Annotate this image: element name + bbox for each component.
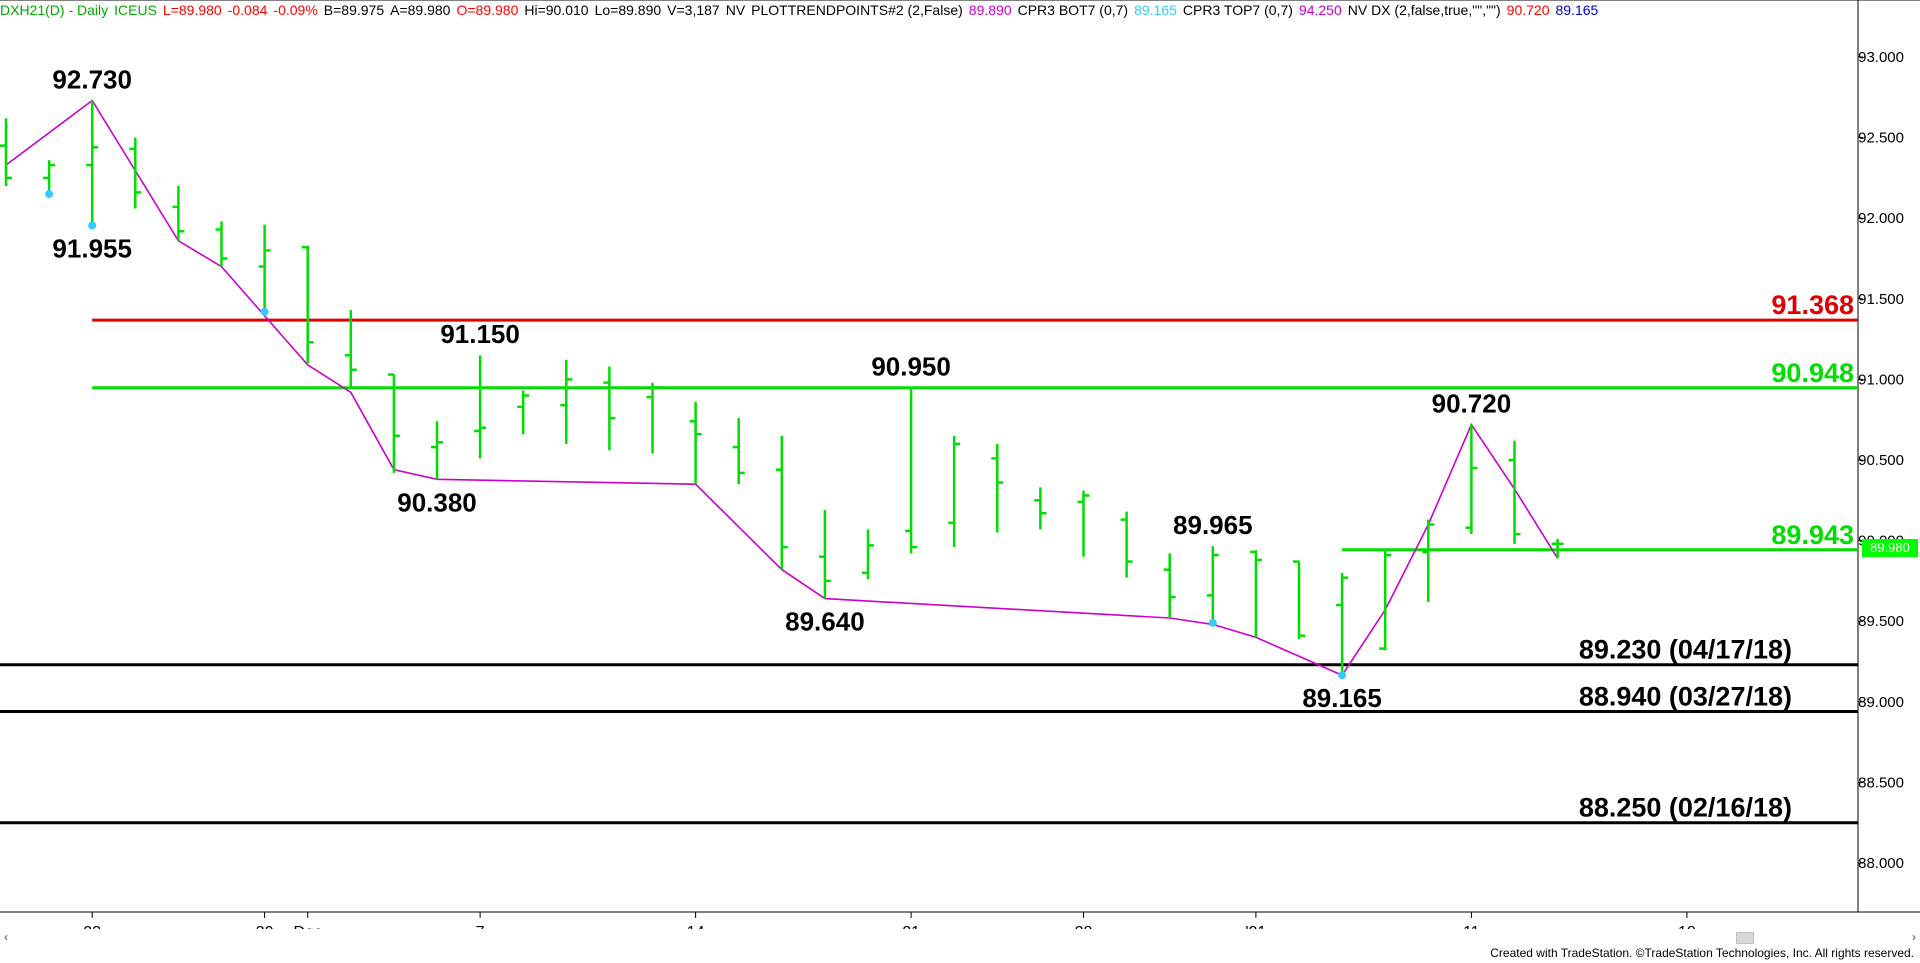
horizontal-scrollbar[interactable]: ‹ › xyxy=(0,929,1920,945)
chart-frame xyxy=(0,0,1920,913)
y-tick-label: 91.000 xyxy=(1858,371,1904,388)
price-annotation: 92.730 xyxy=(52,65,132,95)
pivot-marker xyxy=(1338,671,1347,680)
ohlc-bar xyxy=(215,221,228,267)
pivot-marker xyxy=(45,190,54,199)
price-annotation: 91.955 xyxy=(52,233,132,263)
y-tick-label: 90.500 xyxy=(1858,452,1904,469)
ohlc-bar xyxy=(1379,548,1392,651)
y-tick-label: 92.500 xyxy=(1858,130,1904,147)
ohlc-bar xyxy=(86,100,99,226)
ohlc-bar xyxy=(387,373,400,473)
price-annotation: 89.965 xyxy=(1173,510,1253,540)
ohlc-bar xyxy=(1120,511,1133,578)
price-annotation: 89.165 xyxy=(1302,683,1382,713)
price-annotation: 89.640 xyxy=(785,607,865,637)
ohlc-bar xyxy=(1206,546,1219,622)
ohlc-bar xyxy=(1034,487,1047,530)
scroll-left-arrow-icon[interactable]: ‹ xyxy=(4,930,8,944)
level-label: 88.250 (02/16/18) xyxy=(1579,793,1792,823)
ohlc-bar xyxy=(344,310,357,388)
ohlc-bar xyxy=(818,509,831,599)
ohlc-bar xyxy=(905,387,918,554)
pivot-marker xyxy=(88,221,97,230)
ohlc-bar xyxy=(948,435,961,548)
ohlc-bar xyxy=(1465,424,1478,535)
y-axis: 88.00088.50089.00089.50090.00090.50091.0… xyxy=(1858,49,1904,872)
ohlc-bar xyxy=(431,421,443,480)
ohlc-bar xyxy=(603,366,616,451)
ohlc-bar xyxy=(646,382,659,454)
ohlc-bar xyxy=(1077,490,1090,557)
footer-credit: Created with TradeStation. ©TradeStation… xyxy=(1490,946,1914,960)
ohlc-bar xyxy=(517,390,530,435)
level-label: 91.368 xyxy=(1771,290,1854,320)
ohlc-bar xyxy=(732,418,745,485)
ohlc-bar xyxy=(129,137,142,209)
ohlc-bar xyxy=(775,435,788,570)
y-tick-label: 88.500 xyxy=(1858,774,1904,791)
y-tick-label: 89.000 xyxy=(1858,694,1904,711)
level-label: 88.940 (03/27/18) xyxy=(1579,681,1792,711)
y-tick-label: 91.500 xyxy=(1858,291,1904,308)
ohlc-bar xyxy=(1163,553,1176,618)
ohlc-bar xyxy=(862,529,874,580)
price-annotation: 90.950 xyxy=(871,351,951,381)
y-tick-label: 89.500 xyxy=(1858,613,1904,630)
ohlc-bar xyxy=(301,245,314,364)
scrollbar-thumb[interactable] xyxy=(1736,932,1754,944)
ohlc-bar xyxy=(1336,572,1349,676)
level-label: 90.948 xyxy=(1771,358,1854,388)
current-price-tag: 89.980 xyxy=(1862,539,1918,557)
y-tick-label: 92.000 xyxy=(1858,210,1904,227)
pivot-marker xyxy=(260,307,269,316)
pivot-marker xyxy=(1208,618,1217,627)
level-label: 89.230 (04/17/18) xyxy=(1579,635,1792,665)
y-tick-label: 93.000 xyxy=(1858,49,1904,66)
y-tick-label: 88.000 xyxy=(1858,855,1904,872)
ohlc-bar xyxy=(0,118,12,186)
ohlc-bar xyxy=(689,401,702,485)
ohlc-bar xyxy=(560,360,573,444)
ohlc-bar xyxy=(991,443,1004,533)
ohlc-bar xyxy=(1508,440,1521,544)
price-annotation: 90.380 xyxy=(397,487,477,517)
price-annotation: 90.720 xyxy=(1432,389,1512,419)
scroll-right-arrow-icon[interactable]: › xyxy=(1912,930,1916,944)
ohlc-bar xyxy=(1293,560,1305,639)
price-chart: 91.368 90.948 89.943 89.230 (04/17/18) 88.94… xyxy=(0,0,1920,941)
ohlc-bar xyxy=(474,355,487,459)
ohlc-bar xyxy=(1249,550,1262,638)
price-annotation: 91.150 xyxy=(440,319,520,349)
level-label: 89.943 xyxy=(1771,520,1854,550)
ohlc-bar xyxy=(258,224,271,315)
